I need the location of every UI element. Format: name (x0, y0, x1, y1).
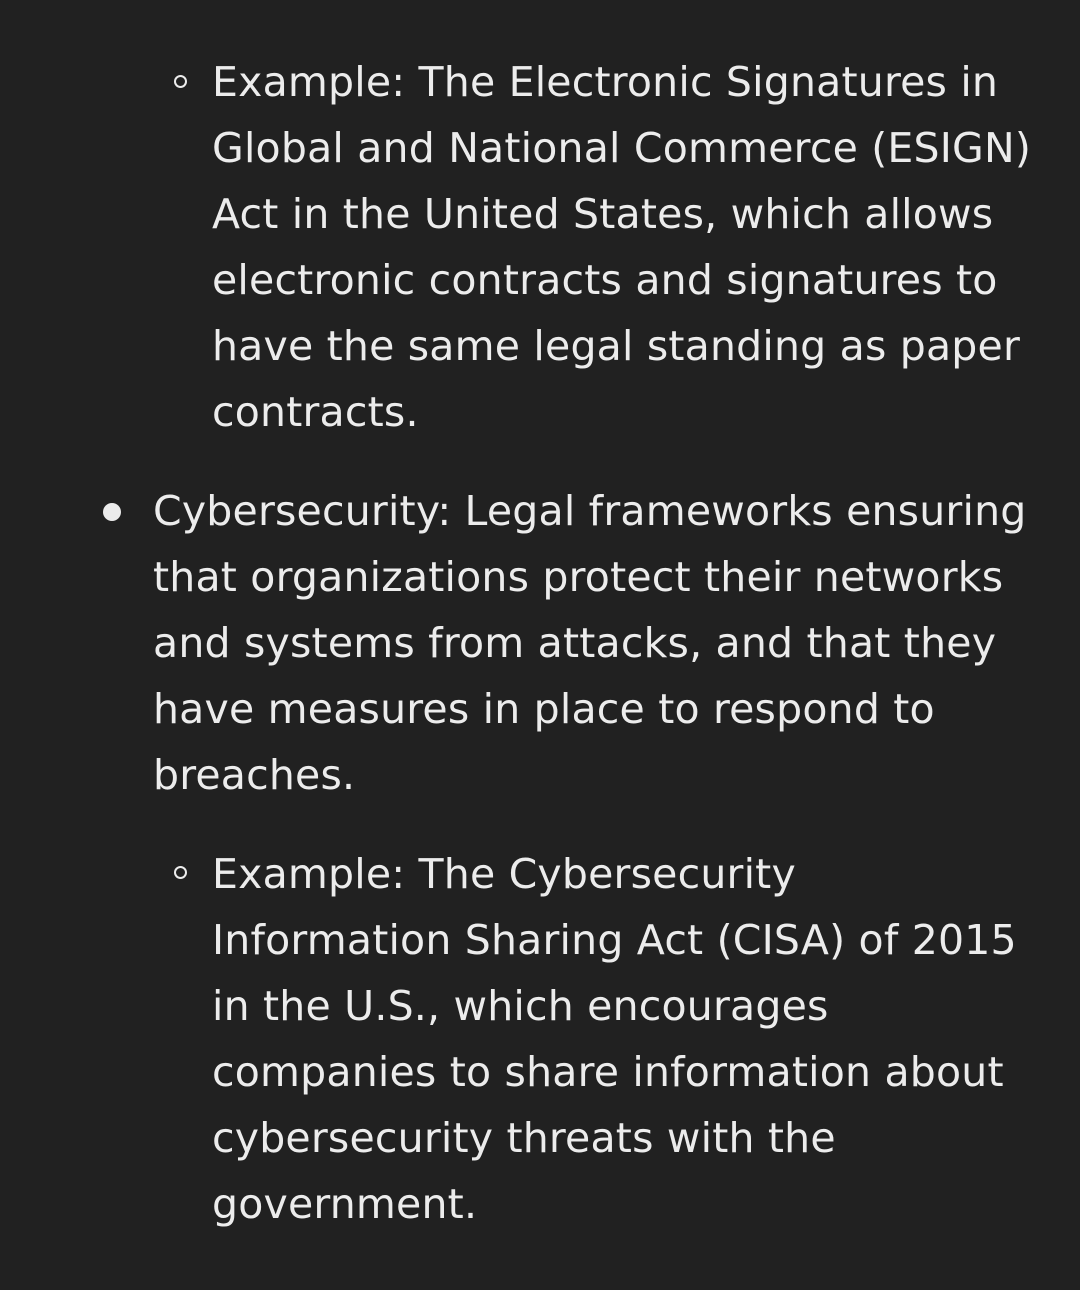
solid-bullet-icon (103, 503, 121, 521)
hollow-bullet-icon (174, 75, 187, 88)
list-item-esign-example: Example: The Electronic Signatures in Gl… (212, 58, 1032, 436)
list-item-cybersecurity: Cybersecurity: Legal frameworks ensuring… (153, 487, 1027, 799)
list-item-cisa-example: Example: The Cybersecurity Information S… (212, 850, 1017, 1228)
hollow-bullet-icon (174, 866, 187, 879)
